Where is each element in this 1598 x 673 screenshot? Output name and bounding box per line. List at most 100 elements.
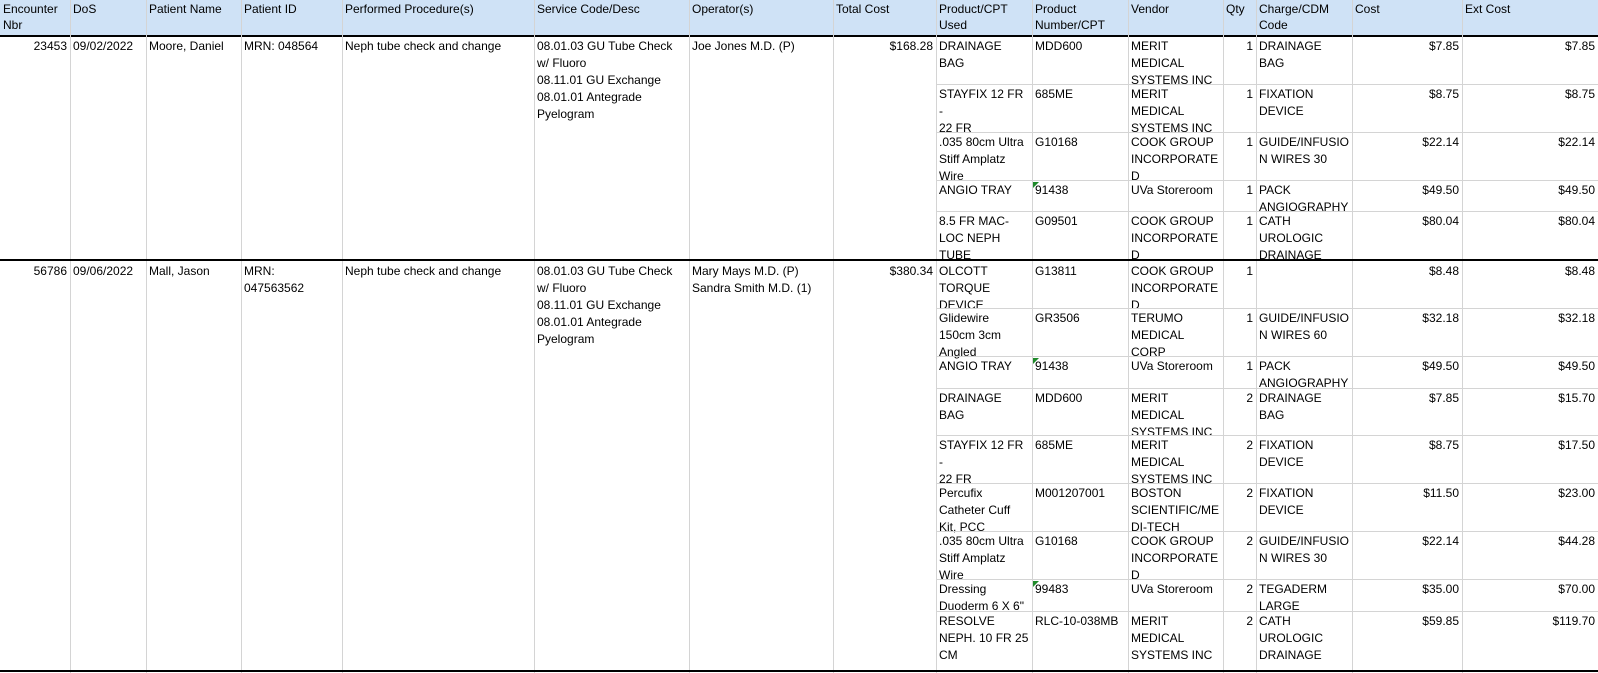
column-header-enc[interactable]: Encounter Nbr <box>3 0 67 36</box>
cell-prod[interactable]: STAYFIX 12 FR - 22 FR <box>939 86 1029 137</box>
cell-ext[interactable]: $15.70 <box>1465 390 1595 407</box>
cell-prod[interactable]: .035 80cm Ultra Stiff Amplatz Wire <box>939 134 1029 185</box>
cell-qty[interactable]: 1 <box>1226 310 1253 327</box>
cell-ext[interactable]: $70.00 <box>1465 581 1595 598</box>
cell-qty[interactable]: 2 <box>1226 581 1253 598</box>
cell-ext[interactable]: $8.75 <box>1465 86 1595 103</box>
cell-cost[interactable]: $80.04 <box>1355 213 1459 230</box>
cell-name[interactable]: Mall, Jason <box>149 263 238 280</box>
cell-ext[interactable]: $80.04 <box>1465 213 1595 230</box>
cell-ext[interactable]: $44.28 <box>1465 533 1595 550</box>
cell-svc[interactable]: 08.01.03 GU Tube Check w/ Fluoro 08.11.0… <box>537 263 686 348</box>
cell-prod[interactable]: .035 80cm Ultra Stiff Amplatz Wire <box>939 533 1029 584</box>
cell-qty[interactable]: 1 <box>1226 134 1253 151</box>
column-header-name[interactable]: Patient Name <box>149 0 238 36</box>
cell-qty[interactable]: 1 <box>1226 182 1253 199</box>
cell-vendor[interactable]: COOK GROUP INCORPORATE D <box>1131 134 1220 185</box>
cell-cost[interactable]: $7.85 <box>1355 38 1459 55</box>
cell-ext[interactable]: $49.50 <box>1465 358 1595 375</box>
cell-pnum[interactable]: M001207001 <box>1035 485 1125 502</box>
cell-pnum[interactable]: MDD600 <box>1035 38 1125 55</box>
cell-cost[interactable]: $32.18 <box>1355 310 1459 327</box>
cell-pnum[interactable]: 91438 <box>1035 182 1125 199</box>
cell-prod[interactable]: Percufix Catheter Cuff Kit, PCC <box>939 485 1029 536</box>
cell-ext[interactable]: $23.00 <box>1465 485 1595 502</box>
cell-qty[interactable]: 2 <box>1226 613 1253 630</box>
cell-cdm[interactable]: DRAINAGE BAG <box>1259 38 1349 72</box>
column-header-prod[interactable]: Product/CPT Used <box>939 0 1029 36</box>
column-header-proc[interactable]: Performed Procedure(s) <box>345 0 531 36</box>
column-header-pnum[interactable]: Product Number/CPT <box>1035 0 1125 36</box>
column-header-pid[interactable]: Patient ID <box>244 0 339 36</box>
cell-prod[interactable]: Glidewire 150cm 3cm Angled <box>939 310 1029 361</box>
cell-cost[interactable]: $49.50 <box>1355 358 1459 375</box>
cell-cost[interactable]: $35.00 <box>1355 581 1459 598</box>
column-header-op[interactable]: Operator(s) <box>692 0 830 36</box>
cell-qty[interactable]: 1 <box>1226 86 1253 103</box>
cell-cdm[interactable]: TEGADERM LARGE <box>1259 581 1349 615</box>
cell-pnum[interactable]: 91438 <box>1035 358 1125 375</box>
cell-ext[interactable]: $8.48 <box>1465 263 1595 280</box>
cell-pnum[interactable]: 99483 <box>1035 581 1125 598</box>
cell-prod[interactable]: DRAINAGE BAG <box>939 390 1029 424</box>
cell-pnum[interactable]: G10168 <box>1035 134 1125 151</box>
cell-cdm[interactable]: PACK ANGIOGRAPHY <box>1259 358 1349 392</box>
cell-vendor[interactable]: UVa Storeroom <box>1131 358 1220 375</box>
cell-ext[interactable]: $22.14 <box>1465 134 1595 151</box>
cell-cost[interactable]: $22.14 <box>1355 134 1459 151</box>
cell-cdm[interactable]: FIXATION DEVICE <box>1259 86 1349 120</box>
cell-qty[interactable]: 2 <box>1226 437 1253 454</box>
column-header-total[interactable]: Total Cost <box>836 0 933 36</box>
cell-cdm[interactable]: CATH UROLOGIC DRAINAGE <box>1259 613 1349 664</box>
cell-vendor[interactable]: COOK GROUP INCORPORATE D <box>1131 213 1220 264</box>
cell-dos[interactable]: 09/06/2022 <box>73 263 143 280</box>
cell-op[interactable]: Joe Jones M.D. (P) <box>692 38 830 55</box>
cell-cdm[interactable]: GUIDE/INFUSIO N WIRES 30 <box>1259 134 1349 168</box>
cell-vendor[interactable]: MERIT MEDICAL SYSTEMS INC <box>1131 437 1220 488</box>
cell-vendor[interactable]: UVa Storeroom <box>1131 581 1220 598</box>
cell-pnum[interactable]: 685ME <box>1035 437 1125 454</box>
cell-vendor[interactable]: UVa Storeroom <box>1131 182 1220 199</box>
cell-pnum[interactable]: 685ME <box>1035 86 1125 103</box>
cell-ext[interactable]: $32.18 <box>1465 310 1595 327</box>
cell-ext[interactable]: $49.50 <box>1465 182 1595 199</box>
cell-qty[interactable]: 1 <box>1226 213 1253 230</box>
cell-cost[interactable]: $8.48 <box>1355 263 1459 280</box>
cell-prod[interactable]: ANGIO TRAY <box>939 182 1029 199</box>
cell-prod[interactable]: RESOLVE NEPH. 10 FR 25 CM <box>939 613 1029 664</box>
cell-cost[interactable]: $8.75 <box>1355 86 1459 103</box>
cell-qty[interactable]: 1 <box>1226 38 1253 55</box>
column-header-cdm[interactable]: Charge/CDM Code <box>1259 0 1349 36</box>
cell-pnum[interactable]: G09501 <box>1035 213 1125 230</box>
cell-cdm[interactable]: FIXATION DEVICE <box>1259 437 1349 471</box>
cell-pnum[interactable]: RLC-10-038MB <box>1035 613 1125 630</box>
cell-cost[interactable]: $7.85 <box>1355 390 1459 407</box>
cell-dos[interactable]: 09/02/2022 <box>73 38 143 55</box>
cell-qty[interactable]: 2 <box>1226 390 1253 407</box>
column-header-ext[interactable]: Ext Cost <box>1465 0 1595 36</box>
cell-total[interactable]: $168.28 <box>836 38 933 55</box>
cell-proc[interactable]: Neph tube check and change <box>345 38 531 55</box>
cell-op[interactable]: Mary Mays M.D. (P) Sandra Smith M.D. (1) <box>692 263 830 297</box>
cell-prod[interactable]: OLCOTT TORQUE DEVICE <box>939 263 1029 314</box>
cell-vendor[interactable]: TERUMO MEDICAL CORP <box>1131 310 1220 361</box>
cell-qty[interactable]: 1 <box>1226 263 1253 280</box>
cell-cost[interactable]: $22.14 <box>1355 533 1459 550</box>
cell-cdm[interactable]: CATH UROLOGIC DRAINAGE <box>1259 213 1349 264</box>
cell-vendor[interactable]: COOK GROUP INCORPORATE D <box>1131 533 1220 584</box>
cell-vendor[interactable]: MERIT MEDICAL SYSTEMS INC <box>1131 613 1220 664</box>
cell-qty[interactable]: 1 <box>1226 358 1253 375</box>
cell-prod[interactable]: ANGIO TRAY <box>939 358 1029 375</box>
cell-enc[interactable]: 23453 <box>3 38 67 55</box>
cell-cost[interactable]: $11.50 <box>1355 485 1459 502</box>
cell-pnum[interactable]: G10168 <box>1035 533 1125 550</box>
cell-name[interactable]: Moore, Daniel <box>149 38 238 55</box>
cell-vendor[interactable]: MERIT MEDICAL SYSTEMS INC <box>1131 38 1220 89</box>
cell-pnum[interactable]: MDD600 <box>1035 390 1125 407</box>
cell-prod[interactable]: DRAINAGE BAG <box>939 38 1029 72</box>
cell-cdm[interactable]: GUIDE/INFUSIO N WIRES 30 <box>1259 533 1349 567</box>
cell-cost[interactable]: $59.85 <box>1355 613 1459 630</box>
column-header-svc[interactable]: Service Code/Desc <box>537 0 686 36</box>
cell-svc[interactable]: 08.01.03 GU Tube Check w/ Fluoro 08.11.0… <box>537 38 686 123</box>
cell-prod[interactable]: 8.5 FR MAC- LOC NEPH TUBE <box>939 213 1029 264</box>
